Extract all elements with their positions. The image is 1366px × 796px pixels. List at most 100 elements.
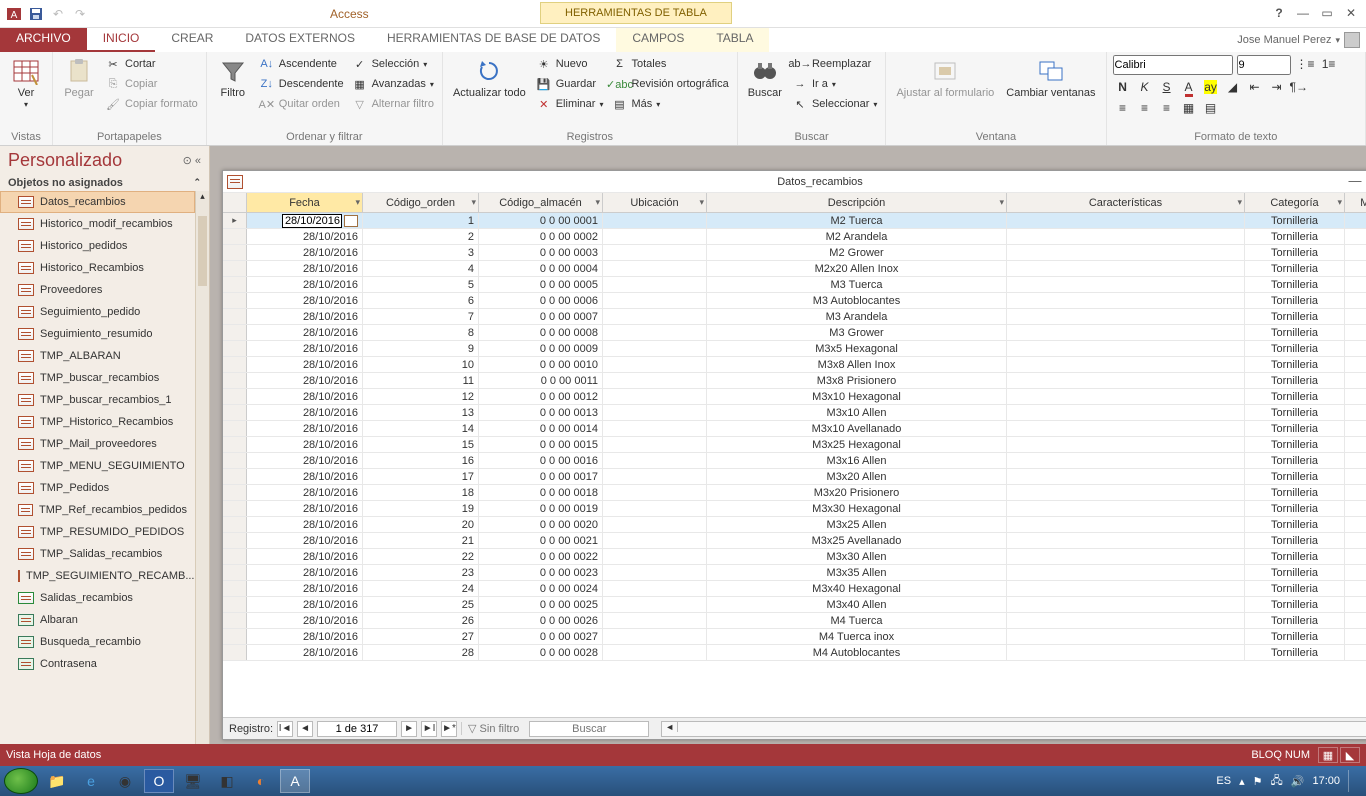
cell[interactable]: M2 Tuerca bbox=[707, 213, 1007, 228]
chevron-down-icon[interactable]: ▾ bbox=[1237, 197, 1242, 208]
cell[interactable]: Tornilleria bbox=[1245, 517, 1345, 532]
cell[interactable] bbox=[1007, 293, 1245, 308]
cell[interactable] bbox=[1345, 293, 1366, 308]
cell[interactable]: M3x10 Avellanado bbox=[707, 421, 1007, 436]
row-selector[interactable] bbox=[223, 485, 247, 500]
cell[interactable]: M3x5 Hexagonal bbox=[707, 341, 1007, 356]
cell[interactable]: 28/10/2016 bbox=[247, 629, 363, 644]
font-size-combo[interactable] bbox=[1237, 55, 1291, 75]
cell[interactable]: 0 0 00 0005 bbox=[479, 277, 603, 292]
row-selector[interactable] bbox=[223, 357, 247, 372]
nav-item-tmp_mail_proveedores[interactable]: TMP_Mail_proveedores bbox=[0, 433, 195, 455]
cell[interactable] bbox=[603, 549, 707, 564]
select-all-cell[interactable] bbox=[223, 193, 247, 212]
cell[interactable]: 28/10/2016 bbox=[247, 597, 363, 612]
save-record-button[interactable]: 💾Guardar bbox=[534, 75, 606, 93]
restore-icon[interactable]: ▭ bbox=[1316, 5, 1338, 23]
cell[interactable] bbox=[1345, 437, 1366, 452]
cell[interactable] bbox=[603, 213, 707, 228]
cell[interactable] bbox=[1345, 261, 1366, 276]
cut-button[interactable]: ✂Cortar bbox=[103, 55, 200, 73]
cell[interactable] bbox=[1345, 325, 1366, 340]
cell[interactable]: 0 0 00 0021 bbox=[479, 533, 603, 548]
cell[interactable]: M3x8 Allen Inox bbox=[707, 357, 1007, 372]
prev-record-button[interactable]: ◄ bbox=[297, 721, 313, 737]
cell[interactable] bbox=[603, 277, 707, 292]
nav-item-tmp_historico_recambios[interactable]: TMP_Historico_Recambios bbox=[0, 411, 195, 433]
cell[interactable]: 28/10/2016 bbox=[247, 325, 363, 340]
cell[interactable]: 0 0 00 0003 bbox=[479, 245, 603, 260]
col-caracteristicas[interactable]: Características▾ bbox=[1007, 193, 1245, 212]
save-icon[interactable] bbox=[28, 6, 44, 22]
toggle-filter-button[interactable]: ▽Alternar filtro bbox=[350, 95, 436, 113]
show-desktop[interactable] bbox=[1348, 770, 1356, 792]
cell[interactable] bbox=[1345, 421, 1366, 436]
nav-item-tmp_pedidos[interactable]: TMP_Pedidos bbox=[0, 477, 195, 499]
size-to-fit-button[interactable]: Ajustar al formulario bbox=[892, 55, 998, 101]
cell[interactable]: 8 bbox=[363, 325, 479, 340]
cell[interactable] bbox=[603, 229, 707, 244]
help-icon[interactable]: ? bbox=[1268, 5, 1290, 23]
cell[interactable]: 10 bbox=[363, 357, 479, 372]
nav-item-tmp_salidas_recambios[interactable]: TMP_Salidas_recambios bbox=[0, 543, 195, 565]
row-selector[interactable] bbox=[223, 437, 247, 452]
nav-item-historico_recambios[interactable]: Historico_Recambios bbox=[0, 257, 195, 279]
cell[interactable]: 0 0 00 0026 bbox=[479, 613, 603, 628]
nav-expand-icon[interactable]: ⌃ bbox=[193, 177, 201, 189]
cell[interactable]: Tornilleria bbox=[1245, 501, 1345, 516]
cell[interactable]: 28/10/2016 bbox=[247, 341, 363, 356]
cell[interactable] bbox=[1345, 357, 1366, 372]
cell[interactable] bbox=[1345, 469, 1366, 484]
access-taskbar-icon[interactable]: A bbox=[280, 769, 310, 793]
cell[interactable]: Tornilleria bbox=[1245, 421, 1345, 436]
bold-button[interactable]: N bbox=[1113, 78, 1133, 96]
cell[interactable]: Tornilleria bbox=[1245, 453, 1345, 468]
cell[interactable] bbox=[1007, 261, 1245, 276]
cell[interactable]: 28/10/2016 bbox=[247, 277, 363, 292]
cell[interactable]: 24 bbox=[363, 581, 479, 596]
align-left-icon[interactable]: ≡ bbox=[1113, 99, 1133, 117]
select-button[interactable]: ↖Seleccionar▾ bbox=[790, 95, 880, 113]
cell[interactable]: 22 bbox=[363, 549, 479, 564]
totals-button[interactable]: ΣTotales bbox=[609, 55, 730, 73]
align-right-icon[interactable]: ≡ bbox=[1157, 99, 1177, 117]
numbering-icon[interactable]: 1≡ bbox=[1319, 55, 1339, 73]
cell[interactable] bbox=[603, 533, 707, 548]
cell[interactable]: 4 bbox=[363, 261, 479, 276]
row-selector[interactable] bbox=[223, 469, 247, 484]
highlight-button[interactable]: ay bbox=[1201, 78, 1221, 96]
chevron-down-icon[interactable]: ▾ bbox=[699, 197, 704, 208]
table-row[interactable]: 28/10/201640 0 00 0004M2x20 Allen InoxTo… bbox=[223, 261, 1366, 277]
row-selector[interactable] bbox=[223, 501, 247, 516]
table-row[interactable]: 28/10/201660 0 00 0006M3 AutoblocantesTo… bbox=[223, 293, 1366, 309]
row-selector[interactable] bbox=[223, 309, 247, 324]
cell[interactable]: 0 0 00 0004 bbox=[479, 261, 603, 276]
cell[interactable]: 0 0 00 0025 bbox=[479, 597, 603, 612]
row-selector[interactable] bbox=[223, 341, 247, 356]
nav-item-historico_pedidos[interactable]: Historico_pedidos bbox=[0, 235, 195, 257]
next-record-button[interactable]: ► bbox=[401, 721, 417, 737]
table-row[interactable]: 28/10/2016270 0 00 0027M4 Tuerca inoxTor… bbox=[223, 629, 1366, 645]
cell[interactable] bbox=[1345, 565, 1366, 580]
cell[interactable]: Tornilleria bbox=[1245, 341, 1345, 356]
cell[interactable]: 0 0 00 0016 bbox=[479, 453, 603, 468]
cell[interactable]: 0 0 00 0001 bbox=[479, 213, 603, 228]
cell[interactable] bbox=[1007, 245, 1245, 260]
cell[interactable]: 0 0 00 0022 bbox=[479, 549, 603, 564]
cell[interactable]: 3 bbox=[363, 245, 479, 260]
cell[interactable] bbox=[1007, 421, 1245, 436]
cell[interactable] bbox=[603, 613, 707, 628]
cell[interactable]: 0 0 00 0015 bbox=[479, 437, 603, 452]
row-selector[interactable] bbox=[223, 389, 247, 404]
cell[interactable]: 20 bbox=[363, 517, 479, 532]
row-selector[interactable] bbox=[223, 581, 247, 596]
cell[interactable]: 0 0 00 0028 bbox=[479, 645, 603, 660]
cell[interactable] bbox=[1007, 581, 1245, 596]
cell[interactable]: Tornilleria bbox=[1245, 213, 1345, 228]
cell[interactable]: M3x30 Allen bbox=[707, 549, 1007, 564]
cell[interactable]: Tornilleria bbox=[1245, 405, 1345, 420]
cell[interactable] bbox=[1345, 277, 1366, 292]
row-selector[interactable] bbox=[223, 277, 247, 292]
outlook-icon[interactable]: O bbox=[144, 769, 174, 793]
row-selector[interactable] bbox=[223, 229, 247, 244]
